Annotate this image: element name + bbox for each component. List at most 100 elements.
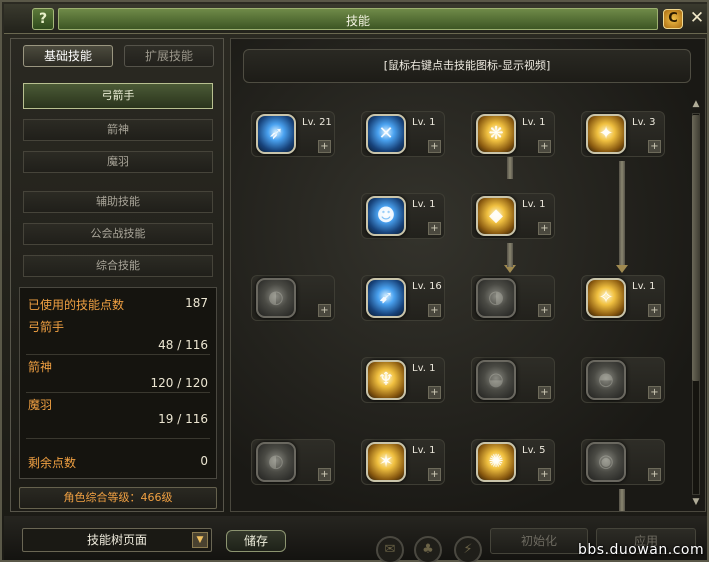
demon-feather-points-value: 19 / 116	[158, 412, 208, 426]
plus-icon[interactable]: +	[428, 222, 441, 235]
skill-glyph: ✧	[598, 287, 614, 308]
divider	[26, 354, 210, 355]
skill-level: Lv. 16	[412, 281, 442, 292]
arrow-god-points-value: 120 / 120	[150, 376, 208, 390]
bottom-bar: 技能树页面 ▼ 储存 ✉ ♣ ⚡ 初始化 应用 bbs.duowan.com	[4, 516, 707, 562]
shortcut-c-button[interactable]: C	[663, 9, 683, 29]
kick-icon[interactable]: ✶	[366, 442, 406, 482]
crossed-arrows-icon[interactable]: ✕	[366, 114, 406, 154]
skill-level: Lv. 1	[522, 117, 546, 128]
skill-slot[interactable]: ☻ Lv. 1 +	[361, 193, 445, 239]
skill-slot[interactable]: ➹ Lv. 16 +	[361, 275, 445, 321]
locked-claw-icon[interactable]: ◑	[476, 278, 516, 318]
skill-slot[interactable]: ◉ +	[581, 439, 665, 485]
scroll-down-arrow-icon[interactable]: ▼	[690, 497, 702, 507]
skill-slot[interactable]: ◆ Lv. 1 +	[471, 193, 555, 239]
skill-slot[interactable]: ✺ Lv. 5 +	[471, 439, 555, 485]
skill-slot[interactable]: ✕ Lv. 1 +	[361, 111, 445, 157]
skill-slot[interactable]: ❋ Lv. 1 +	[471, 111, 555, 157]
lightning-icon[interactable]: ⚡	[454, 536, 482, 562]
bow-wind-icon[interactable]: ➶	[256, 114, 296, 154]
skill-slot[interactable]: ➶ Lv. 21 +	[251, 111, 335, 157]
locked-aura-icon[interactable]: ◓	[586, 360, 626, 400]
plus-icon[interactable]: +	[318, 140, 331, 153]
tab-extended-skills[interactable]: 扩展技能	[124, 45, 214, 67]
tab-basic-skills[interactable]: 基础技能	[23, 45, 113, 67]
category-support-skills[interactable]: 辅助技能	[23, 191, 213, 213]
archer-points-value: 48 / 116	[158, 338, 208, 352]
category-arrow-god[interactable]: 箭神	[23, 119, 213, 141]
plus-icon[interactable]: +	[318, 468, 331, 481]
category-demon-feather[interactable]: 魔羽	[23, 151, 213, 173]
skill-tree-panel: [鼠标右键点击技能图标-显示视频] ▲ ▼ ➶ Lv. 21 + ✕ Lv. 1 + ❋ Lv…	[230, 38, 706, 512]
plus-icon[interactable]: +	[428, 140, 441, 153]
skill-level: Lv. 3	[632, 117, 656, 128]
locked-leap-icon[interactable]: ◒	[476, 360, 516, 400]
used-points-label: 已使用的技能点数	[28, 298, 125, 312]
skill-level: Lv. 1	[412, 363, 436, 374]
plus-icon[interactable]: +	[648, 304, 661, 317]
skill-slot[interactable]: ♆ Lv. 1 +	[361, 357, 445, 403]
plus-icon[interactable]: +	[428, 386, 441, 399]
category-guild-war-skills[interactable]: 公会战技能	[23, 223, 213, 245]
skill-glyph: ◐	[268, 287, 284, 308]
locked-rune-icon[interactable]: ◐	[256, 278, 296, 318]
plus-icon[interactable]: +	[648, 386, 661, 399]
plus-icon[interactable]: +	[648, 468, 661, 481]
reset-button[interactable]: 初始化	[490, 528, 588, 554]
plus-icon[interactable]: +	[428, 468, 441, 481]
skill-slot[interactable]: ◓ +	[581, 357, 665, 403]
skill-tree-page-dropdown[interactable]: 技能树页面 ▼	[22, 528, 212, 552]
skill-slot[interactable]: ◐ +	[251, 439, 335, 485]
category-general-skills[interactable]: 综合技能	[23, 255, 213, 277]
golden-ray-icon[interactable]: ✧	[586, 278, 626, 318]
scroll-thumb[interactable]	[692, 115, 700, 381]
plus-icon[interactable]: +	[538, 222, 551, 235]
category-archer[interactable]: 弓箭手	[23, 83, 213, 109]
skill-slot[interactable]: ◑ +	[471, 275, 555, 321]
plus-icon[interactable]: +	[318, 304, 331, 317]
title-bar[interactable]: ? 技能 C ✕	[4, 4, 707, 34]
skill-slot[interactable]: ◐ +	[251, 275, 335, 321]
plus-icon[interactable]: +	[648, 140, 661, 153]
locked-flare-icon[interactable]: ◉	[586, 442, 626, 482]
scroll-up-arrow-icon[interactable]: ▲	[690, 99, 702, 109]
skill-slot[interactable]: ✦ Lv. 3 +	[581, 111, 665, 157]
emblem-icon[interactable]: ♣	[414, 536, 442, 562]
radiant-arrow-icon[interactable]: ✦	[586, 114, 626, 154]
plus-icon[interactable]: +	[538, 140, 551, 153]
window-title: 技能	[345, 14, 370, 28]
plus-icon[interactable]: +	[538, 304, 551, 317]
skill-slot[interactable]: ✶ Lv. 1 +	[361, 439, 445, 485]
remaining-points-label: 剩余点数	[28, 456, 77, 470]
burst-icon[interactable]: ✺	[476, 442, 516, 482]
winged-figure-icon[interactable]: ♆	[366, 360, 406, 400]
chevron-down-icon[interactable]: ▼	[192, 532, 208, 548]
help-button[interactable]: ?	[32, 8, 54, 30]
plus-icon[interactable]: +	[538, 386, 551, 399]
remaining-points-value: 0	[200, 454, 208, 468]
skill-slot[interactable]: ✧ Lv. 1 +	[581, 275, 665, 321]
plus-icon[interactable]: +	[538, 468, 551, 481]
skill-slot[interactable]: ◒ +	[471, 357, 555, 403]
used-points-value: 187	[185, 296, 208, 310]
skill-glyph: ➹	[378, 287, 394, 308]
skill-level: Lv. 1	[412, 117, 436, 128]
skill-glyph: ☻	[376, 205, 396, 226]
save-button[interactable]: 储存	[226, 530, 286, 552]
skill-glyph: ➶	[268, 123, 284, 144]
golden-boot-icon[interactable]: ◆	[476, 196, 516, 236]
mail-icon[interactable]: ✉	[376, 536, 404, 562]
plus-icon[interactable]: +	[428, 304, 441, 317]
skill-point-stats: 已使用的技能点数 187 弓箭手 48 / 116 箭神 120 / 120 魔…	[19, 287, 217, 479]
piercing-arrow-icon[interactable]: ➹	[366, 278, 406, 318]
skill-glyph: ◓	[598, 369, 614, 390]
close-button[interactable]: ✕	[687, 9, 707, 29]
skill-glyph: ◐	[268, 451, 284, 472]
crouching-archer-icon[interactable]: ☻	[366, 196, 406, 236]
phoenix-icon[interactable]: ❋	[476, 114, 516, 154]
connector-arrow-icon	[616, 265, 628, 273]
character-level: 角色综合等级：466级	[19, 487, 217, 509]
watermark: bbs.duowan.com	[578, 542, 705, 558]
locked-wing-icon[interactable]: ◐	[256, 442, 296, 482]
